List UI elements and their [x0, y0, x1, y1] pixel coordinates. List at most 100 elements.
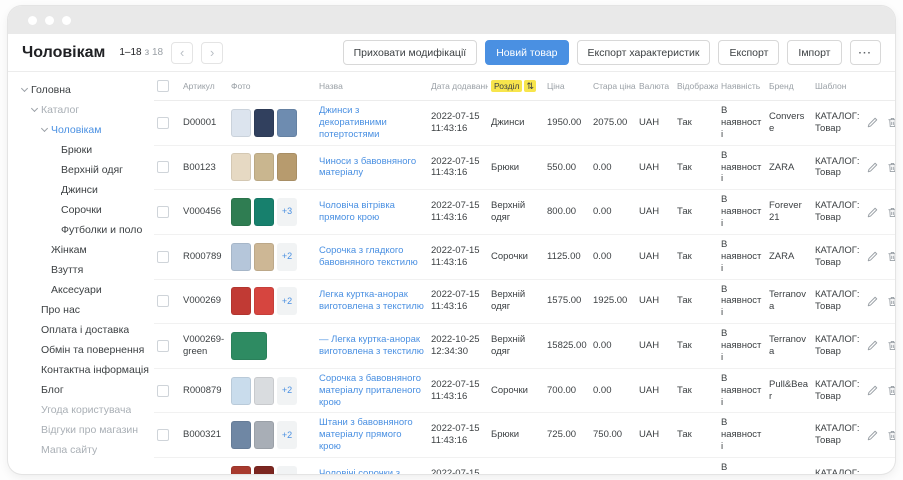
product-name-link[interactable]: Штани з бавовняного матеріалу прямого кр… — [319, 417, 413, 452]
sidebar-item[interactable]: Обмін та повернення — [20, 340, 150, 360]
column-header-currency[interactable]: Валюта — [636, 72, 674, 101]
sidebar-item[interactable]: Головна — [20, 80, 150, 100]
product-photo[interactable] — [254, 109, 274, 137]
product-photo[interactable] — [254, 287, 274, 315]
sidebar-item[interactable]: Брюки — [20, 140, 150, 160]
sidebar-item[interactable]: Мапа сайту — [20, 440, 150, 460]
row-checkbox[interactable] — [157, 429, 169, 441]
delete-icon[interactable] — [886, 250, 895, 263]
product-photo[interactable] — [254, 153, 274, 181]
delete-icon[interactable] — [886, 116, 895, 129]
delete-icon[interactable] — [886, 429, 895, 442]
more-photos-badge[interactable]: +2 — [277, 421, 297, 449]
product-photo[interactable] — [231, 466, 251, 474]
sidebar-item[interactable]: Взуття — [20, 260, 150, 280]
product-name-link[interactable]: Чиноси з бавовняного матеріалу — [319, 156, 416, 179]
export-button[interactable]: Експорт — [718, 40, 779, 65]
product-photo[interactable] — [231, 243, 251, 271]
sidebar-item[interactable]: Футболки и поло — [20, 220, 150, 240]
next-page-button[interactable]: › — [201, 42, 223, 64]
sidebar-item[interactable]: Угода користувача — [20, 400, 150, 420]
product-photo[interactable] — [231, 109, 251, 137]
product-photo[interactable] — [231, 421, 251, 449]
column-header-article[interactable]: Артикул — [180, 72, 228, 101]
sort-icon[interactable]: ⇅ — [524, 80, 536, 92]
more-photos-badge[interactable]: +2 — [277, 377, 297, 405]
row-checkbox[interactable] — [157, 340, 169, 352]
sidebar-item[interactable]: Верхній одяг — [20, 160, 150, 180]
more-actions-button[interactable]: ··· — [850, 40, 882, 65]
row-checkbox[interactable] — [157, 206, 169, 218]
product-photo[interactable] — [231, 198, 251, 226]
product-photo[interactable] — [254, 377, 274, 405]
prev-page-button[interactable]: ‹ — [171, 42, 193, 64]
sidebar-item[interactable]: Про нас — [20, 300, 150, 320]
column-header-photo[interactable]: Фото — [228, 72, 316, 101]
row-checkbox[interactable] — [157, 295, 169, 307]
more-photos-badge[interactable]: +2 — [277, 287, 297, 315]
product-photo[interactable] — [254, 421, 274, 449]
product-name-link[interactable]: Сорочка з бавовняного матеріалу притален… — [319, 373, 421, 408]
column-header-name[interactable]: Назва — [316, 72, 428, 101]
sidebar-item[interactable]: Джинси — [20, 180, 150, 200]
row-checkbox[interactable] — [157, 161, 169, 173]
product-name-link[interactable]: Легка куртка-анорак виготовлена з тексти… — [319, 289, 424, 312]
edit-icon[interactable] — [866, 295, 879, 308]
sidebar-item[interactable]: Блог — [20, 380, 150, 400]
product-photo[interactable] — [231, 287, 251, 315]
column-header-date[interactable]: Дата додавання — [428, 72, 488, 101]
row-checkbox[interactable] — [157, 251, 169, 263]
edit-icon[interactable] — [866, 384, 879, 397]
product-photo[interactable] — [277, 109, 297, 137]
delete-icon[interactable] — [886, 384, 895, 397]
sidebar-item[interactable]: Каталог — [20, 100, 150, 120]
column-header-display[interactable]: Відображати — [674, 72, 718, 101]
product-photo[interactable] — [254, 198, 274, 226]
column-header-old_price[interactable]: Стара ціна — [590, 72, 636, 101]
sidebar-item[interactable]: Оплата і доставка — [20, 320, 150, 340]
edit-icon[interactable] — [866, 339, 879, 352]
sidebar-item[interactable]: Контактна інформація — [20, 360, 150, 380]
edit-icon[interactable] — [866, 161, 879, 174]
product-photo[interactable] — [254, 466, 274, 474]
product-name-link[interactable]: Чоловічі сорочки з легкого текстилю — [319, 468, 400, 474]
product-name-link[interactable]: Джинси з декоративними потертостями — [319, 105, 387, 140]
column-header-price[interactable]: Ціна — [544, 72, 590, 101]
column-header-template[interactable]: Шаблон — [812, 72, 866, 101]
more-photos-badge[interactable]: +2 — [277, 243, 297, 271]
delete-icon[interactable] — [886, 339, 895, 352]
delete-icon[interactable] — [886, 473, 895, 474]
more-photos-badge[interactable]: +2 — [277, 466, 297, 474]
delete-icon[interactable] — [886, 161, 895, 174]
more-photos-badge[interactable]: +3 — [277, 198, 297, 226]
row-checkbox[interactable] — [157, 117, 169, 129]
sidebar-item[interactable]: Жінкам — [20, 240, 150, 260]
column-header-availability[interactable]: Наявність — [718, 72, 766, 101]
new-product-button[interactable]: Новий товар — [485, 40, 568, 65]
export-characteristics-button[interactable]: Експорт характеристик — [577, 40, 711, 65]
edit-icon[interactable] — [866, 250, 879, 263]
edit-icon[interactable] — [866, 473, 879, 474]
edit-icon[interactable] — [866, 206, 879, 219]
product-photo[interactable] — [231, 377, 251, 405]
product-photo[interactable] — [277, 153, 297, 181]
product-name-link[interactable]: — Легка куртка-анорак виготовлена з текс… — [319, 334, 424, 357]
product-name-link[interactable]: Чоловіча вітрівка прямого крою — [319, 200, 395, 223]
edit-icon[interactable] — [866, 429, 879, 442]
product-photo[interactable] — [254, 243, 274, 271]
sidebar-item[interactable]: Аксесуари — [20, 280, 150, 300]
sidebar-item[interactable]: Відгуки про магазин — [20, 420, 150, 440]
column-header-brand[interactable]: Бренд — [766, 72, 812, 101]
delete-icon[interactable] — [886, 295, 895, 308]
sidebar-item[interactable]: Чоловікам — [20, 120, 150, 140]
row-checkbox[interactable] — [157, 385, 169, 397]
sidebar-item[interactable]: Сорочки — [20, 200, 150, 220]
select-all-checkbox[interactable] — [157, 80, 169, 92]
column-header-section[interactable]: Розділ⇅ — [488, 72, 544, 101]
edit-icon[interactable] — [866, 116, 879, 129]
product-name-link[interactable]: Сорочка з гладкого бавовняного текстилю — [319, 245, 418, 268]
product-photo[interactable] — [231, 332, 267, 360]
delete-icon[interactable] — [886, 206, 895, 219]
hide-modifications-button[interactable]: Приховати модифікації — [343, 40, 478, 65]
product-photo[interactable] — [231, 153, 251, 181]
